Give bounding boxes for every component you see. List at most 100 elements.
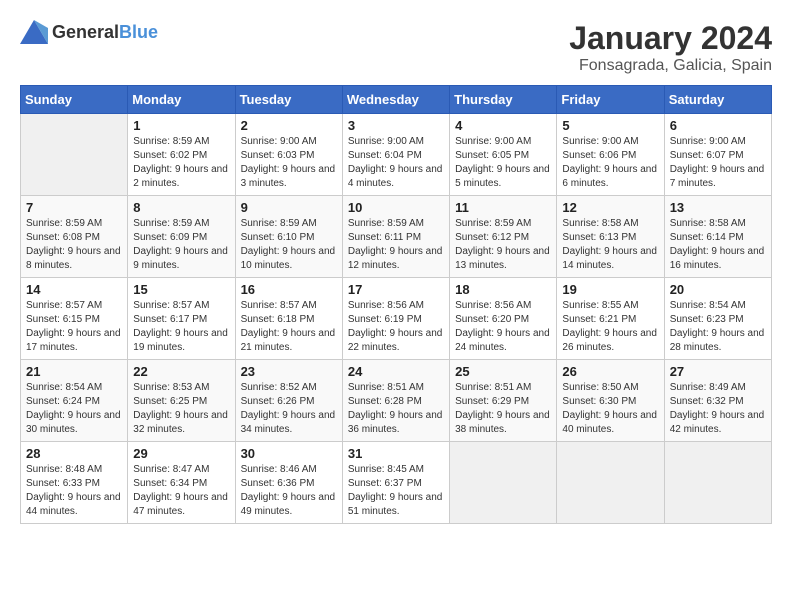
calendar-cell: 23 Sunrise: 8:52 AMSunset: 6:26 PMDayligh… xyxy=(235,360,342,442)
calendar-cell: 6 Sunrise: 9:00 AMSunset: 6:07 PMDaylight… xyxy=(664,114,771,196)
day-info: Sunrise: 8:49 AMSunset: 6:32 PMDaylight:… xyxy=(670,381,766,437)
calendar-cell: 31 Sunrise: 8:45 AMSunset: 6:37 PMDayligh… xyxy=(342,442,449,524)
page-header: GeneralBlue January 2024 Fonsagrada, Gal… xyxy=(20,20,772,75)
day-number: 6 xyxy=(670,118,766,133)
day-info: Sunrise: 8:56 AMSunset: 6:20 PMDaylight:… xyxy=(455,299,551,355)
weekday-header-saturday: Saturday xyxy=(664,86,771,114)
calendar-table: SundayMondayTuesdayWednesdayThursdayFrid… xyxy=(20,85,772,524)
day-number: 23 xyxy=(241,364,337,379)
logo-blue: Blue xyxy=(119,22,158,42)
week-row-1: 1 Sunrise: 8:59 AMSunset: 6:02 PMDaylight… xyxy=(21,114,772,196)
day-number: 12 xyxy=(562,200,658,215)
weekday-header-sunday: Sunday xyxy=(21,86,128,114)
day-number: 22 xyxy=(133,364,229,379)
calendar-cell: 24 Sunrise: 8:51 AMSunset: 6:28 PMDayligh… xyxy=(342,360,449,442)
day-info: Sunrise: 8:57 AMSunset: 6:15 PMDaylight:… xyxy=(26,299,122,355)
logo-general: General xyxy=(52,22,119,42)
weekday-header-row: SundayMondayTuesdayWednesdayThursdayFrid… xyxy=(21,86,772,114)
day-number: 21 xyxy=(26,364,122,379)
logo: GeneralBlue xyxy=(20,20,158,44)
calendar-cell xyxy=(21,114,128,196)
day-number: 5 xyxy=(562,118,658,133)
weekday-header-tuesday: Tuesday xyxy=(235,86,342,114)
day-info: Sunrise: 8:59 AMSunset: 6:10 PMDaylight:… xyxy=(241,217,337,273)
logo-icon xyxy=(20,20,48,44)
day-number: 25 xyxy=(455,364,551,379)
weekday-header-friday: Friday xyxy=(557,86,664,114)
calendar-cell: 28 Sunrise: 8:48 AMSunset: 6:33 PMDayligh… xyxy=(21,442,128,524)
day-number: 7 xyxy=(26,200,122,215)
calendar-cell: 30Sunrise: 8:46 AMSunset: 6:36 PMDayligh… xyxy=(235,442,342,524)
day-info: Sunrise: 8:48 AMSunset: 6:33 PMDaylight:… xyxy=(26,463,122,519)
week-row-5: 28 Sunrise: 8:48 AMSunset: 6:33 PMDayligh… xyxy=(21,442,772,524)
day-number: 28 xyxy=(26,446,122,461)
day-number: 14 xyxy=(26,282,122,297)
calendar-cell: 20 Sunrise: 8:54 AMSunset: 6:23 PMDayligh… xyxy=(664,278,771,360)
day-info: Sunrise: 8:53 AMSunset: 6:25 PMDaylight:… xyxy=(133,381,229,437)
calendar-cell: 2 Sunrise: 9:00 AMSunset: 6:03 PMDaylight… xyxy=(235,114,342,196)
day-number: 1 xyxy=(133,118,229,133)
day-info: Sunrise: 8:59 AMSunset: 6:08 PMDaylight:… xyxy=(26,217,122,273)
day-number: 10 xyxy=(348,200,444,215)
calendar-cell: 25Sunrise: 8:51 AMSunset: 6:29 PMDayligh… xyxy=(450,360,557,442)
week-row-4: 21Sunrise: 8:54 AMSunset: 6:24 PMDayligh… xyxy=(21,360,772,442)
day-info: Sunrise: 8:59 AMSunset: 6:11 PMDaylight:… xyxy=(348,217,444,273)
calendar-cell: 15Sunrise: 8:57 AMSunset: 6:17 PMDayligh… xyxy=(128,278,235,360)
calendar-cell: 7 Sunrise: 8:59 AMSunset: 6:08 PMDaylight… xyxy=(21,196,128,278)
day-info: Sunrise: 8:50 AMSunset: 6:30 PMDaylight:… xyxy=(562,381,658,437)
day-info: Sunrise: 8:59 AMSunset: 6:02 PMDaylight:… xyxy=(133,135,229,191)
location-title: Fonsagrada, Galicia, Spain xyxy=(569,57,772,75)
day-info: Sunrise: 8:56 AMSunset: 6:19 PMDaylight:… xyxy=(348,299,444,355)
calendar-cell: 26 Sunrise: 8:50 AMSunset: 6:30 PMDayligh… xyxy=(557,360,664,442)
day-info: Sunrise: 8:58 AMSunset: 6:13 PMDaylight:… xyxy=(562,217,658,273)
day-info: Sunrise: 8:57 AMSunset: 6:17 PMDaylight:… xyxy=(133,299,229,355)
day-number: 13 xyxy=(670,200,766,215)
day-info: Sunrise: 9:00 AMSunset: 6:04 PMDaylight:… xyxy=(348,135,444,191)
calendar-cell: 19Sunrise: 8:55 AMSunset: 6:21 PMDayligh… xyxy=(557,278,664,360)
day-info: Sunrise: 8:47 AMSunset: 6:34 PMDaylight:… xyxy=(133,463,229,519)
day-info: Sunrise: 9:00 AMSunset: 6:05 PMDaylight:… xyxy=(455,135,551,191)
month-title: January 2024 xyxy=(569,20,772,57)
day-info: Sunrise: 8:58 AMSunset: 6:14 PMDaylight:… xyxy=(670,217,766,273)
calendar-cell: 5 Sunrise: 9:00 AMSunset: 6:06 PMDaylight… xyxy=(557,114,664,196)
calendar-cell: 27 Sunrise: 8:49 AMSunset: 6:32 PMDayligh… xyxy=(664,360,771,442)
calendar-cell: 9 Sunrise: 8:59 AMSunset: 6:10 PMDaylight… xyxy=(235,196,342,278)
weekday-header-thursday: Thursday xyxy=(450,86,557,114)
calendar-cell: 4Sunrise: 9:00 AMSunset: 6:05 PMDaylight… xyxy=(450,114,557,196)
title-area: January 2024 Fonsagrada, Galicia, Spain xyxy=(569,20,772,75)
calendar-cell xyxy=(450,442,557,524)
day-number: 2 xyxy=(241,118,337,133)
calendar-cell: 10 Sunrise: 8:59 AMSunset: 6:11 PMDayligh… xyxy=(342,196,449,278)
day-number: 9 xyxy=(241,200,337,215)
day-number: 17 xyxy=(348,282,444,297)
day-info: Sunrise: 9:00 AMSunset: 6:03 PMDaylight:… xyxy=(241,135,337,191)
day-info: Sunrise: 8:54 AMSunset: 6:23 PMDaylight:… xyxy=(670,299,766,355)
calendar-cell xyxy=(664,442,771,524)
week-row-2: 7 Sunrise: 8:59 AMSunset: 6:08 PMDaylight… xyxy=(21,196,772,278)
calendar-cell: 13 Sunrise: 8:58 AMSunset: 6:14 PMDayligh… xyxy=(664,196,771,278)
weekday-header-wednesday: Wednesday xyxy=(342,86,449,114)
calendar-cell: 3Sunrise: 9:00 AMSunset: 6:04 PMDaylight… xyxy=(342,114,449,196)
calendar-cell: 11Sunrise: 8:59 AMSunset: 6:12 PMDayligh… xyxy=(450,196,557,278)
day-info: Sunrise: 8:45 AMSunset: 6:37 PMDaylight:… xyxy=(348,463,444,519)
day-number: 20 xyxy=(670,282,766,297)
day-number: 19 xyxy=(562,282,658,297)
day-number: 27 xyxy=(670,364,766,379)
calendar-cell xyxy=(557,442,664,524)
calendar-cell: 18 Sunrise: 8:56 AMSunset: 6:20 PMDayligh… xyxy=(450,278,557,360)
calendar-cell: 22 Sunrise: 8:53 AMSunset: 6:25 PMDayligh… xyxy=(128,360,235,442)
day-number: 18 xyxy=(455,282,551,297)
day-info: Sunrise: 9:00 AMSunset: 6:07 PMDaylight:… xyxy=(670,135,766,191)
day-number: 31 xyxy=(348,446,444,461)
day-number: 26 xyxy=(562,364,658,379)
day-info: Sunrise: 8:52 AMSunset: 6:26 PMDaylight:… xyxy=(241,381,337,437)
day-info: Sunrise: 8:59 AMSunset: 6:09 PMDaylight:… xyxy=(133,217,229,273)
day-number: 16 xyxy=(241,282,337,297)
day-info: Sunrise: 8:46 AMSunset: 6:36 PMDaylight:… xyxy=(241,463,337,519)
calendar-cell: 29 Sunrise: 8:47 AMSunset: 6:34 PMDayligh… xyxy=(128,442,235,524)
day-info: Sunrise: 8:51 AMSunset: 6:28 PMDaylight:… xyxy=(348,381,444,437)
day-number: 29 xyxy=(133,446,229,461)
day-info: Sunrise: 8:57 AMSunset: 6:18 PMDaylight:… xyxy=(241,299,337,355)
day-info: Sunrise: 9:00 AMSunset: 6:06 PMDaylight:… xyxy=(562,135,658,191)
day-number: 24 xyxy=(348,364,444,379)
